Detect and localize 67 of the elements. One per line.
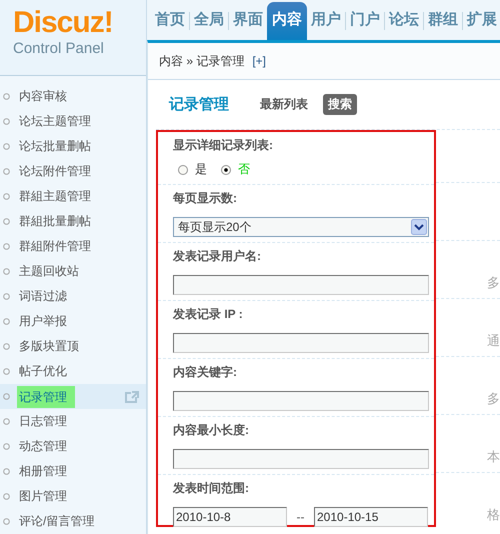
field-label: 发表记录 IP :	[173, 306, 244, 323]
hint-text: 多	[486, 390, 500, 408]
input-field[interactable]	[173, 449, 429, 469]
sidebar-item[interactable]: 内容审核	[0, 84, 146, 109]
range-separator: --	[296, 509, 306, 526]
radio-button[interactable]	[221, 164, 231, 174]
field-label: 每页显示数:	[173, 190, 238, 207]
circle-icon	[3, 418, 10, 425]
circle-icon	[3, 293, 10, 300]
sidebar-item[interactable]: 评论/留言管理	[0, 509, 146, 534]
hint-text: 格	[486, 506, 500, 523]
circle-icon	[3, 493, 10, 500]
radio-button[interactable]	[178, 164, 188, 174]
logo-subtitle: Control Panel	[13, 40, 105, 57]
hint-text: 通	[486, 332, 500, 350]
hint-text: 本	[486, 448, 500, 466]
sidebar-item[interactable]: 日志管理	[0, 409, 146, 434]
sidebar-item[interactable]: 群組批量删帖	[0, 209, 146, 234]
input-field[interactable]	[173, 333, 429, 353]
sidebar-item[interactable]: 论坛附件管理	[0, 159, 146, 184]
sidebar-item[interactable]: 相册管理	[0, 459, 146, 484]
hint-text: 多	[486, 274, 500, 292]
radio-option[interactable]: 是	[178, 161, 207, 178]
sidebar-item[interactable]: 图片管理	[0, 484, 146, 509]
field-label: 发表记录用户名:	[173, 248, 262, 265]
circle-icon	[3, 343, 10, 350]
field-label: 内容关键字:	[173, 364, 238, 381]
sidebar-item[interactable]: 主题回收站	[0, 259, 146, 284]
circle-icon	[3, 168, 10, 175]
circle-icon	[3, 143, 10, 150]
sidebar-item[interactable]: 动态管理	[0, 434, 146, 459]
tab[interactable]: 最新列表	[255, 94, 313, 115]
input-field[interactable]	[173, 391, 429, 411]
add-shortcut-link[interactable]: [+]	[252, 54, 266, 68]
circle-icon	[3, 318, 10, 325]
sidebar-item[interactable]: 帖子优化	[0, 359, 146, 384]
circle-icon	[3, 518, 10, 525]
per-page-select[interactable]: 每页显示20个	[173, 217, 429, 237]
sidebar-item[interactable]: 群組附件管理	[0, 234, 146, 259]
sidebar-item[interactable]: 记录管理	[0, 384, 146, 409]
circle-icon	[3, 93, 10, 100]
circle-icon	[3, 218, 10, 225]
circle-icon	[3, 118, 10, 125]
end-date-field[interactable]: 2010-10-15	[314, 507, 428, 527]
input-field[interactable]	[173, 275, 429, 295]
sidebar-item[interactable]: 论坛批量删帖	[0, 134, 146, 159]
sidebar-item[interactable]: 用户举报	[0, 309, 146, 334]
logo-title: Discuz!	[13, 8, 114, 38]
nav-tab[interactable]: 内容	[267, 2, 307, 40]
page-title: 记录管理	[169, 95, 229, 114]
sidebar-item[interactable]: 论坛主题管理	[0, 109, 146, 134]
circle-icon	[3, 268, 10, 275]
circle-icon	[3, 368, 10, 375]
tab[interactable]: 搜索	[323, 94, 357, 115]
start-date-field[interactable]: 2010-10-8	[173, 507, 287, 527]
circle-icon	[3, 393, 10, 400]
circle-icon	[3, 243, 10, 250]
field-label: 内容最小长度:	[173, 422, 250, 439]
field-label: 发表时间范围:	[173, 480, 250, 497]
sidebar-item[interactable]: 多版块置顶	[0, 334, 146, 359]
field-label: 显示详细记录列表:	[173, 137, 274, 154]
circle-icon	[3, 193, 10, 200]
circle-icon	[3, 468, 10, 475]
sidebar-item[interactable]: 词语过滤	[0, 284, 146, 309]
breadcrumb: 内容 » 记录管理	[159, 52, 244, 70]
sidebar-item[interactable]: 群組主题管理	[0, 184, 146, 209]
circle-icon	[3, 443, 10, 450]
